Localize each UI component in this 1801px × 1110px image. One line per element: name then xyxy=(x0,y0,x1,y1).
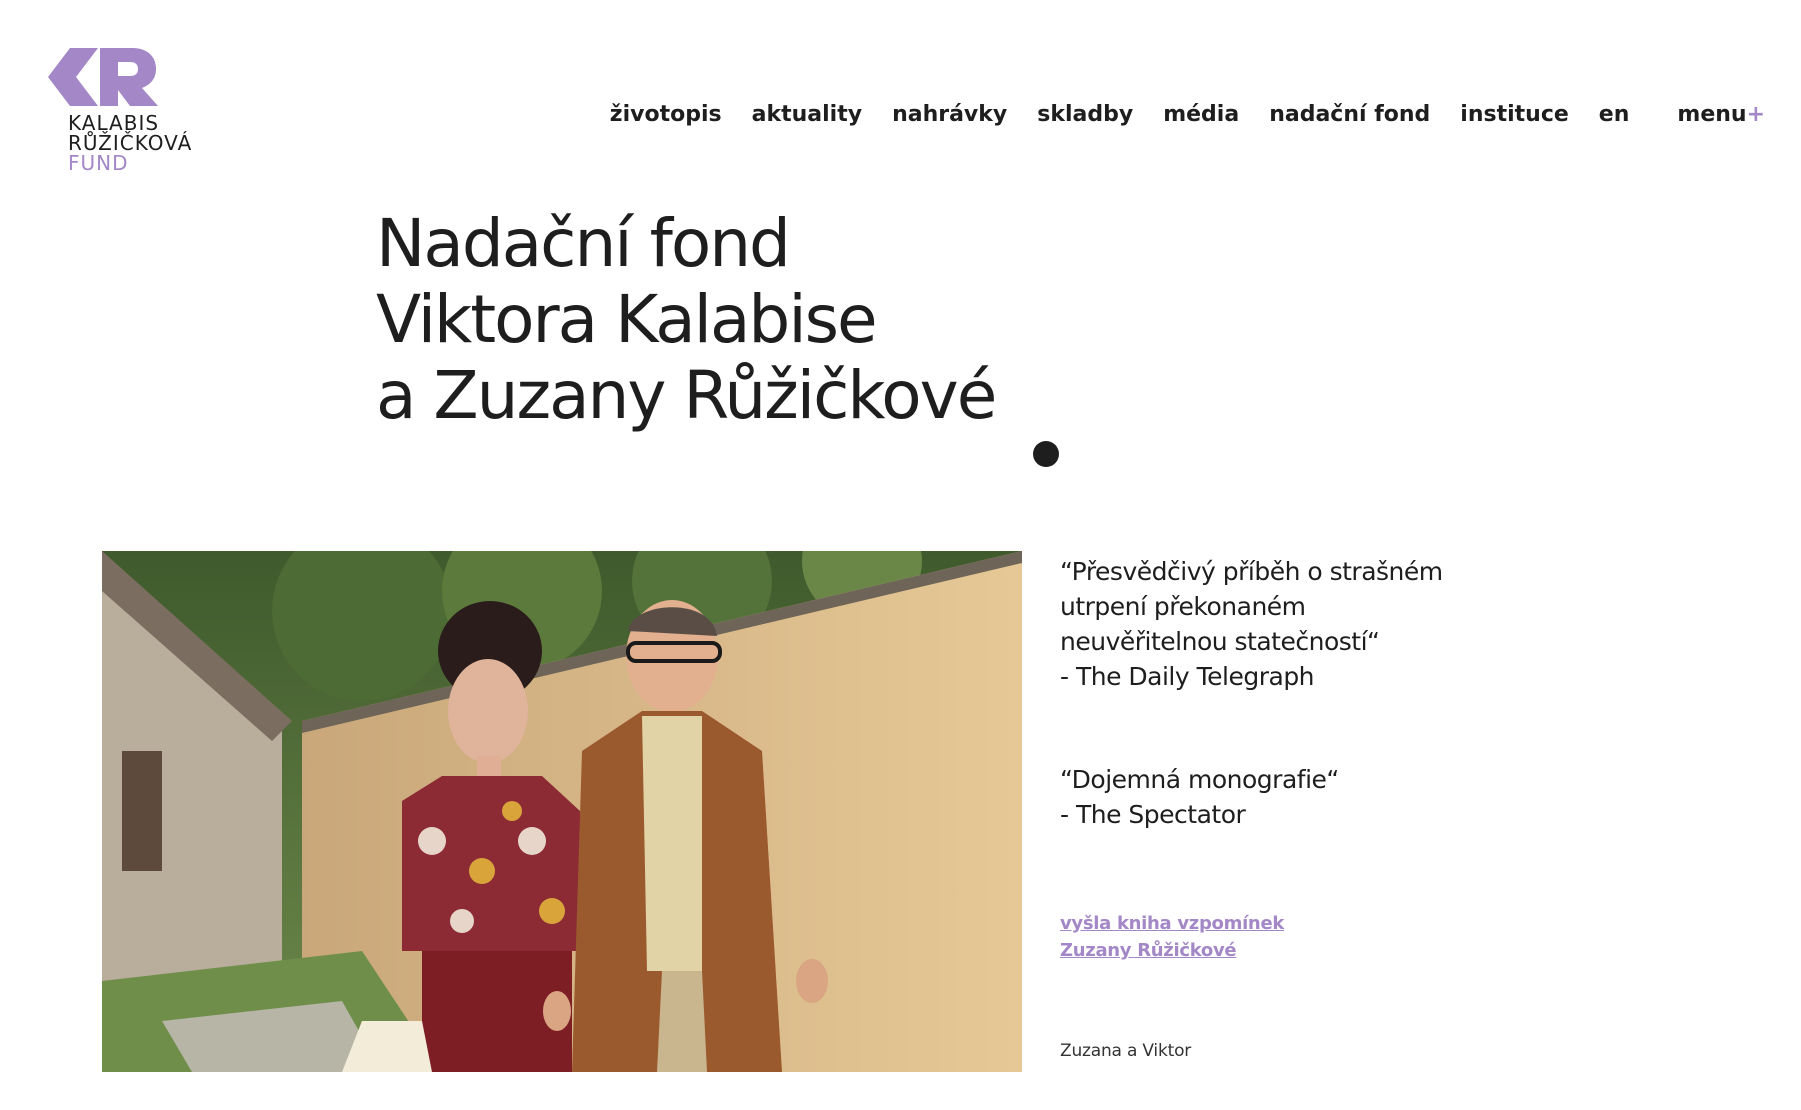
nav-item-zivotopis[interactable]: životopis xyxy=(610,102,722,127)
quotes-column: “Přesvědčivý příběh o strašném utrpení p… xyxy=(1060,554,1480,1061)
plus-icon: + xyxy=(1746,102,1765,127)
quote-telegraph: “Přesvědčivý příběh o strašném utrpení p… xyxy=(1060,554,1480,694)
logo-link[interactable]: KALABIS RŮŽIČKOVÁ FUND xyxy=(48,48,218,173)
logo-wordmark: KALABIS RŮŽIČKOVÁ FUND xyxy=(68,113,218,173)
page-title-line-1: Nadační fond xyxy=(376,205,791,282)
couple-photo-illustration xyxy=(102,551,1022,1072)
book-memoir-link[interactable]: vyšla kniha vzpomínek Zuzany Růžičkové xyxy=(1060,910,1360,964)
kr-logo-icon xyxy=(48,48,158,106)
nav-item-aktuality[interactable]: aktuality xyxy=(752,102,862,127)
quote-text: “Dojemná monografie“ xyxy=(1060,765,1339,794)
nav-item-media[interactable]: média xyxy=(1163,102,1239,127)
photo-caption: Zuzana a Viktor xyxy=(1060,1041,1192,1061)
nav-item-skladby[interactable]: skladby xyxy=(1037,102,1133,127)
quote-source: - The Daily Telegraph xyxy=(1060,662,1315,691)
logo-line-1: KALABIS xyxy=(68,111,160,135)
decorative-dot xyxy=(1033,441,1059,467)
page-title-line-3: a Zuzany Růžičkové xyxy=(376,357,997,434)
nav-item-instituce[interactable]: instituce xyxy=(1460,102,1569,127)
quote-text: “Přesvědčivý příběh o strašném utrpení p… xyxy=(1060,557,1443,656)
quote-spectator: “Dojemná monografie“ - The Spectator xyxy=(1060,762,1480,832)
main-nav: životopis aktuality nahrávky skladby méd… xyxy=(580,102,1765,127)
nav-item-nadacni-fond[interactable]: nadační fond xyxy=(1269,102,1430,127)
menu-button[interactable]: menu+ xyxy=(1677,102,1765,127)
logo-line-3: FUND xyxy=(68,151,129,175)
menu-label: menu xyxy=(1677,102,1747,127)
page-title-line-2: Viktora Kalabise xyxy=(376,281,878,358)
logo-line-2: RŮŽIČKOVÁ xyxy=(68,131,193,155)
quote-source: - The Spectator xyxy=(1060,800,1246,829)
language-switch-en[interactable]: en xyxy=(1599,102,1630,127)
hero-photo xyxy=(102,551,1022,1072)
nav-item-nahravky[interactable]: nahrávky xyxy=(892,102,1007,127)
page-title: Nadační fond Viktora Kalabise a Zuzany R… xyxy=(376,205,997,434)
